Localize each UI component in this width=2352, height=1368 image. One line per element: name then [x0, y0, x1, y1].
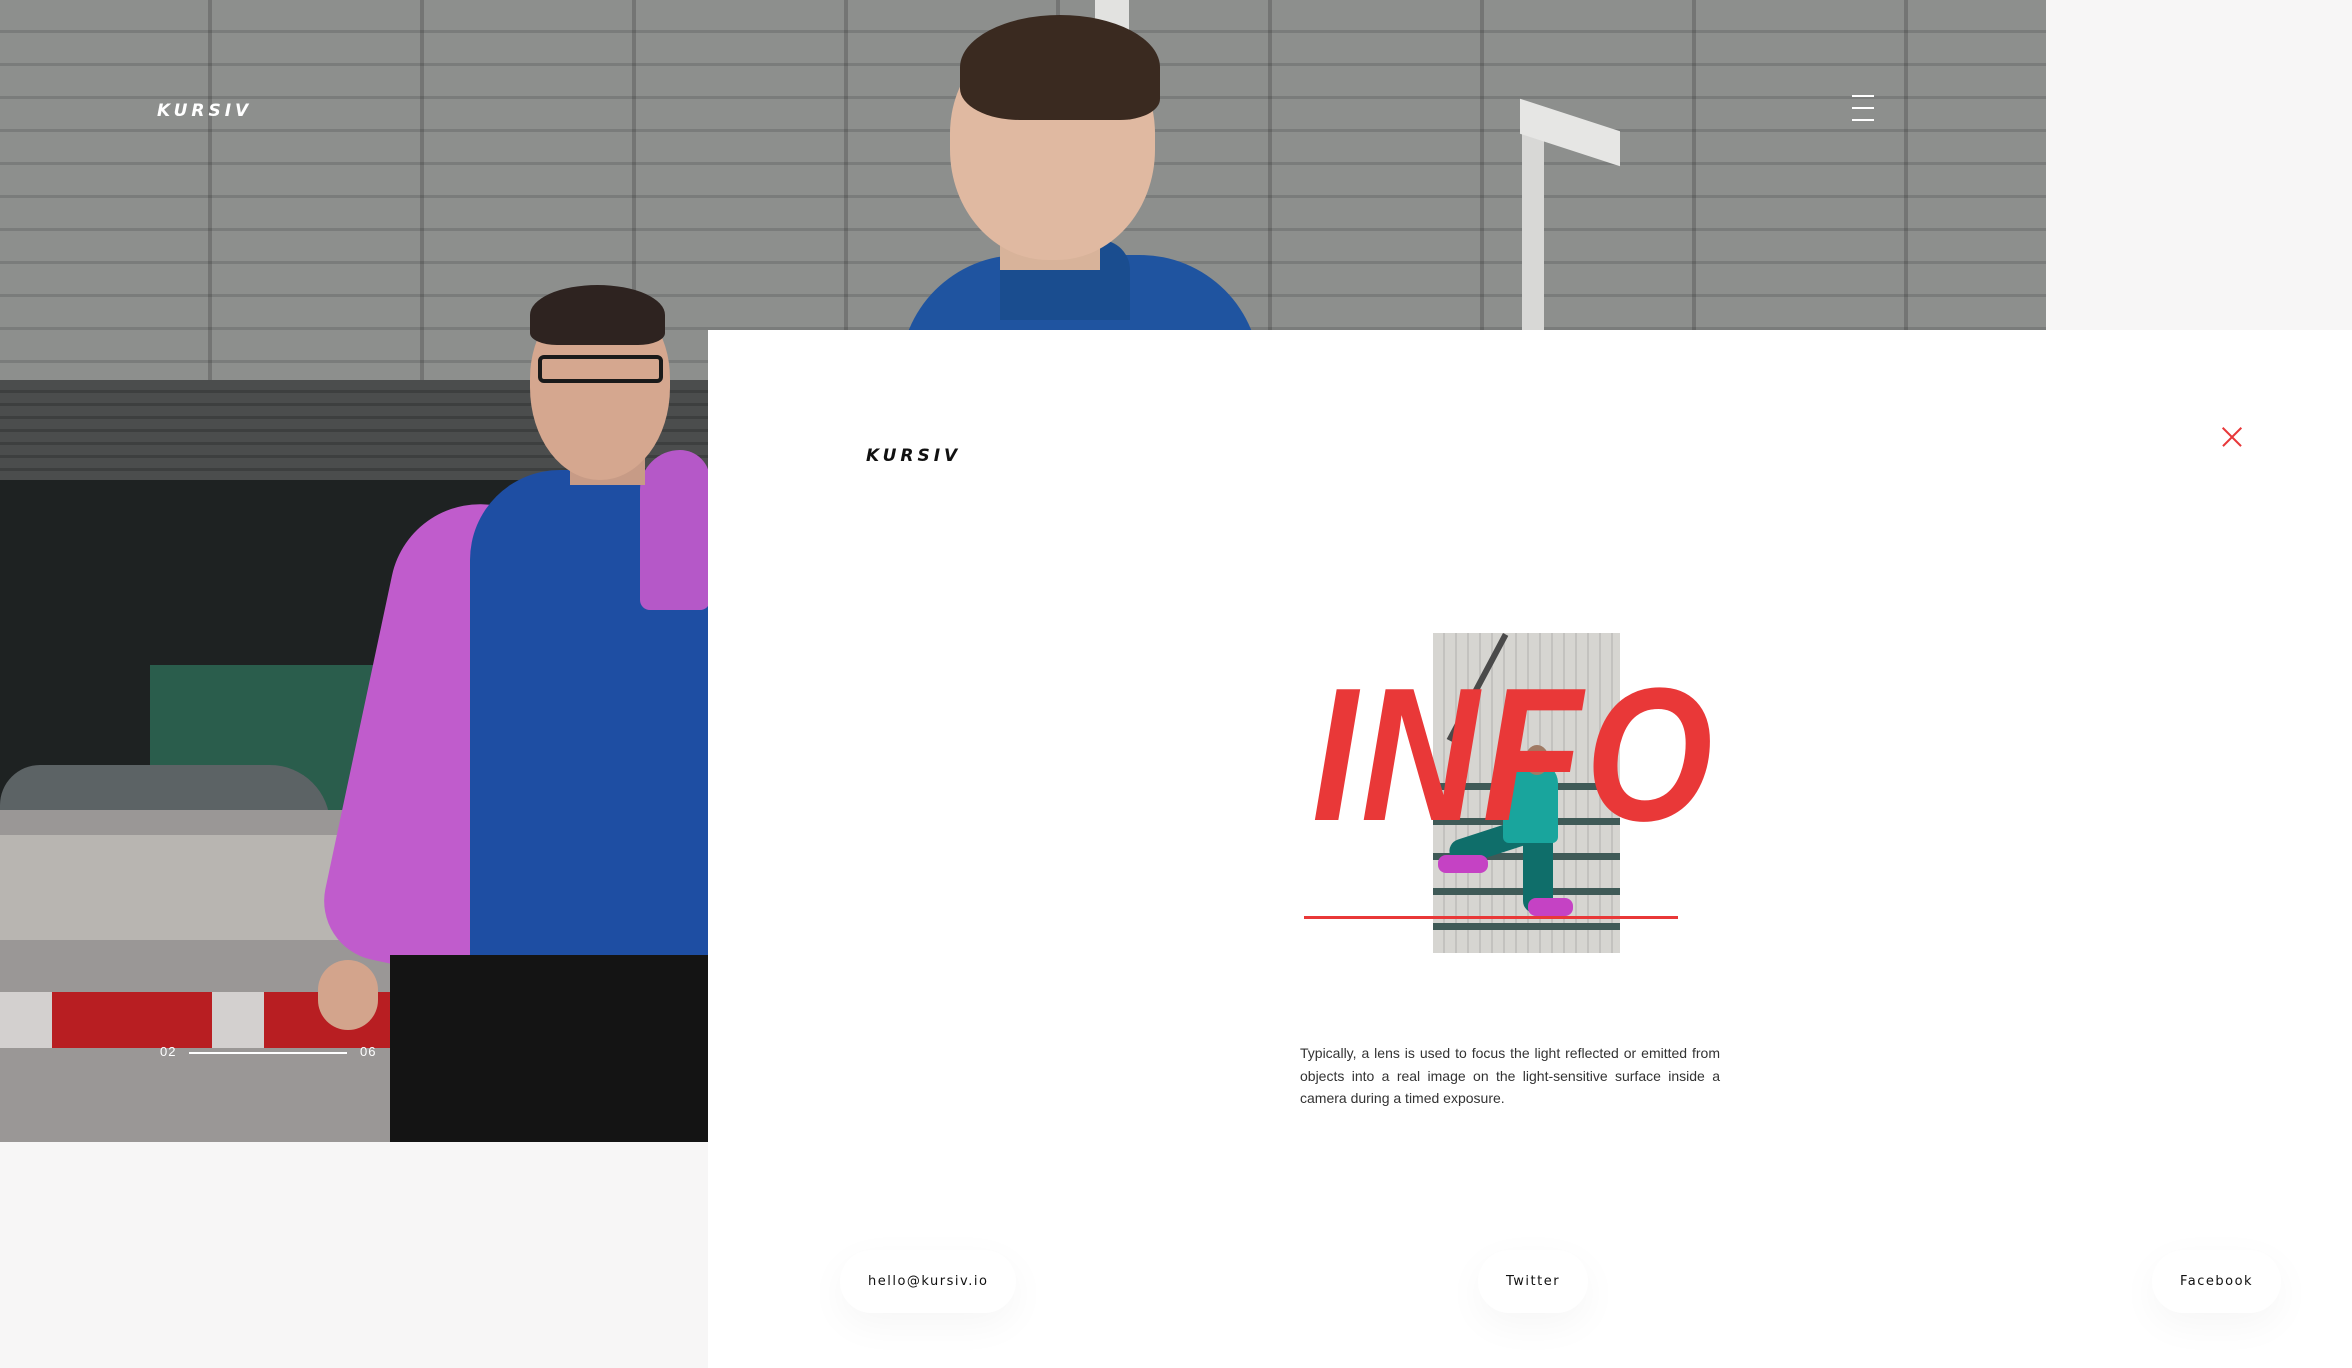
twitter-link[interactable]: Twitter [1478, 1250, 1588, 1313]
slide-counter-total: 06 [360, 1044, 377, 1059]
facebook-link[interactable]: Facebook [2152, 1250, 2281, 1313]
info-description: Typically, a lens is used to focus the l… [1300, 1045, 1720, 1106]
close-icon[interactable] [2222, 427, 2242, 447]
slide-progress-bar[interactable] [189, 1052, 347, 1054]
info-panel: KURSIV INFO Typically, a lens is used to… [708, 330, 2352, 1368]
title-underline [1304, 916, 1678, 919]
page: KURSIV 02 06 KURSIV INFO Typically, a le… [0, 0, 2352, 1368]
email-link[interactable]: hello@kursiv.io [840, 1250, 1016, 1313]
hero-logo[interactable]: KURSIV [157, 101, 252, 121]
hamburger-menu-icon[interactable] [1852, 95, 1874, 121]
slide-counter-current: 02 [160, 1044, 177, 1059]
info-title: INFO [1312, 649, 1717, 861]
panel-logo[interactable]: KURSIV [866, 446, 961, 466]
